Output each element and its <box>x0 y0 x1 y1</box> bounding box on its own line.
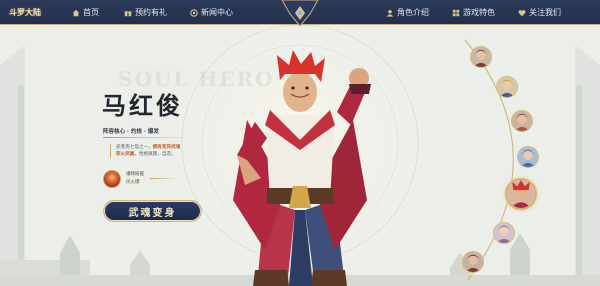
character-name: 马红俊 <box>102 91 183 120</box>
character-portrait <box>233 50 371 286</box>
feature-icon <box>452 9 460 16</box>
character-tags: 阵容核心 · 灼烧 · 爆发 <box>103 129 159 135</box>
role-icon <box>386 9 394 17</box>
avatar-portrait-4 <box>518 147 538 167</box>
nav-reserve-gift[interactable]: 预约有礼 <box>124 0 167 25</box>
avatar-portrait-3 <box>512 111 532 131</box>
skill-title: 魂师技能 <box>126 172 144 177</box>
news-icon <box>190 8 198 17</box>
nav-center-emblem <box>281 0 319 27</box>
nav-features-label: 游戏特色 <box>463 8 495 17</box>
nav-follow-us[interactable]: 关注我们 <box>518 0 561 25</box>
nav-home[interactable]: 首页 <box>72 0 99 25</box>
game-logo[interactable]: 斗罗大陆 <box>0 0 50 25</box>
nav-home-label: 首页 <box>83 8 99 17</box>
top-navigation-bar: 斗罗大陆 首页 预约有礼 新闻中心 角色介绍 游戏特色 关注我们 <box>0 0 600 27</box>
nav-character-intro[interactable]: 角色介绍 <box>386 0 429 25</box>
desc-part-4: ，性格爽朗，自恋。 <box>134 152 176 157</box>
nav-news-label: 新闻中心 <box>201 8 233 17</box>
character-avatar-4[interactable] <box>517 146 539 168</box>
nav-game-features[interactable]: 游戏特色 <box>452 0 495 25</box>
avatar-portrait-5 <box>507 180 535 208</box>
desc-part-2: 拥有变异武魂 <box>152 145 181 150</box>
home-icon <box>72 9 80 16</box>
character-avatar-7[interactable] <box>462 251 484 273</box>
character-avatar-2[interactable] <box>496 76 518 98</box>
character-avatar-5-selected[interactable] <box>505 178 537 210</box>
nav-news-center[interactable]: 新闻中心 <box>190 0 233 25</box>
skill-divider <box>150 178 178 179</box>
gift-icon <box>124 10 132 16</box>
character-description: 史莱克七怪之一，拥有变异武魂 邪火凤凰，性格爽朗，自恋。 <box>110 144 185 158</box>
info-divider <box>103 137 193 138</box>
logo-line-1: 斗罗大陆 <box>9 7 41 17</box>
avatar-portrait-6 <box>494 223 514 243</box>
desc-part-3: 邪火凤凰 <box>116 152 135 157</box>
character-avatar-1[interactable] <box>470 46 492 68</box>
avatar-portrait-7 <box>463 252 483 272</box>
martial-soul-transform-button[interactable]: 武魂变身 <box>103 200 202 222</box>
character-avatar-3[interactable] <box>511 110 533 132</box>
character-avatar-6[interactable] <box>493 222 515 244</box>
avatar-portrait-2 <box>497 77 517 97</box>
follow-icon <box>518 9 526 16</box>
nav-character-label: 角色介绍 <box>397 8 429 17</box>
skill-info[interactable]: 魂师技能 凤火爆 <box>103 170 144 188</box>
avatar-portrait-1 <box>471 47 491 67</box>
fire-skill-icon <box>103 170 121 188</box>
nav-reserve-label: 预约有礼 <box>135 8 167 17</box>
skill-name: 凤火爆 <box>126 180 140 185</box>
desc-part-1: 史莱克七怪之一， <box>116 145 153 150</box>
nav-follow-label: 关注我们 <box>529 8 561 17</box>
